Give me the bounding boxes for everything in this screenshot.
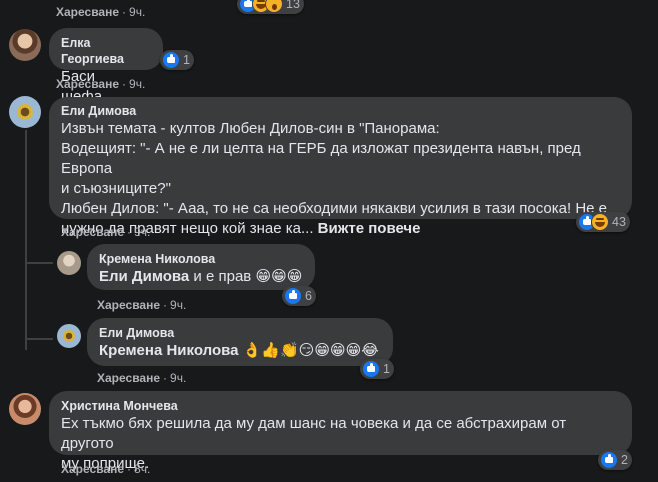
reply-connector xyxy=(25,262,53,264)
comment-text-line: Извън темата - култов Любен Дилов-син в … xyxy=(61,120,440,137)
reply-bubble: Кремена Николова Ели Димова и е прав 😁😁😁 xyxy=(87,244,315,290)
wow-icon xyxy=(265,0,283,13)
comment-bubble: Христина Mончева Ех тъкмо бях решила да … xyxy=(49,391,632,472)
author-name[interactable]: Кремена Николова xyxy=(99,251,303,267)
comment-meta: Харесване · 9ч. xyxy=(97,298,187,312)
thread-line xyxy=(25,130,27,350)
reaction-count: 1 xyxy=(183,53,190,67)
timestamp: 9ч. xyxy=(134,225,151,239)
reaction-count: 1 xyxy=(383,362,390,376)
avatar[interactable] xyxy=(57,324,81,348)
comment-meta: Харесване · 9ч. xyxy=(61,225,151,239)
like-link[interactable]: Харесване xyxy=(97,298,160,312)
like-link[interactable]: Харесване xyxy=(56,5,119,19)
mention-tag[interactable]: Ели Димова xyxy=(99,268,189,285)
see-more-link[interactable]: Вижте повече xyxy=(318,220,421,237)
reaction-summary[interactable]: 13 xyxy=(237,0,304,14)
reaction-summary[interactable]: 6 xyxy=(282,286,316,306)
comment-meta: Харесване · 9ч. xyxy=(97,371,187,385)
comment-text: Кремена Николова 👌👍👏😏😁😁😁😂 xyxy=(99,341,381,361)
reply-bubble: Ели Димова Кремена Николова 👌👍👏😏😁😁😁😂 xyxy=(87,318,393,366)
like-icon xyxy=(284,287,302,305)
avatar[interactable] xyxy=(9,29,41,61)
timestamp: 9ч. xyxy=(129,5,146,19)
emoji-group: 👌👍👏😏😁😁😁😂 xyxy=(238,342,379,359)
reaction-count: 13 xyxy=(286,0,300,11)
comment-bubble: Ели Димова Извън темата - култов Любен Д… xyxy=(49,97,632,237)
reaction-summary[interactable]: 1 xyxy=(360,359,394,379)
like-link[interactable]: Харесване xyxy=(61,225,124,239)
comment-text-line: Любен Дилов: "- Ааа, то не са необходими… xyxy=(61,200,608,217)
like-icon xyxy=(162,51,180,69)
author-name[interactable]: Ели Димова xyxy=(99,325,381,341)
mention-tag[interactable]: Кремена Николова xyxy=(99,342,238,359)
like-link[interactable]: Харесване xyxy=(56,77,119,91)
author-name[interactable]: Христина Mончева xyxy=(61,398,620,414)
comment-meta: Харесване · 9ч. xyxy=(56,77,146,91)
avatar[interactable] xyxy=(9,96,41,128)
timestamp: 9ч. xyxy=(129,77,146,91)
reaction-summary[interactable]: 43 xyxy=(576,212,630,232)
comment-text-line: Ех тъкмо бях решила да му дам шанс на чо… xyxy=(61,415,567,452)
author-name[interactable]: Ели Димова xyxy=(61,103,620,119)
like-link[interactable]: Харесване xyxy=(97,371,160,385)
comment-text: Ели Димова и е прав 😁😁😁 xyxy=(99,267,303,287)
timestamp: 9ч. xyxy=(170,298,187,312)
comment-meta-top: Харесване · 9ч. xyxy=(56,5,146,19)
reaction-summary[interactable]: 1 xyxy=(160,50,194,70)
timestamp: 8ч. xyxy=(134,462,151,476)
timestamp: 9ч. xyxy=(170,371,187,385)
haha-icon xyxy=(591,213,609,231)
comment-meta: Харесване · 8ч. xyxy=(61,462,151,476)
comment-bubble: Елка Георгиева Баси шефа... xyxy=(49,28,163,105)
avatar[interactable] xyxy=(57,251,81,275)
comment-text-line: и съюзниците?" xyxy=(61,180,171,197)
reaction-count: 2 xyxy=(621,453,628,467)
avatar[interactable] xyxy=(9,393,41,425)
reaction-count: 6 xyxy=(305,289,312,303)
author-name[interactable]: Елка Георгиева xyxy=(61,35,151,67)
reply-connector xyxy=(25,338,53,340)
reaction-count: 43 xyxy=(612,215,626,229)
reaction-summary[interactable]: 2 xyxy=(598,450,632,470)
emoji-group: 😁😁😁 xyxy=(255,268,303,285)
comment-text-line: Водещият: "- А не е ли целта на ГЕРБ да … xyxy=(61,140,581,177)
like-icon xyxy=(600,451,618,469)
like-link[interactable]: Харесване xyxy=(61,462,124,476)
comment-text-body: и е прав xyxy=(189,268,256,285)
like-icon xyxy=(362,360,380,378)
